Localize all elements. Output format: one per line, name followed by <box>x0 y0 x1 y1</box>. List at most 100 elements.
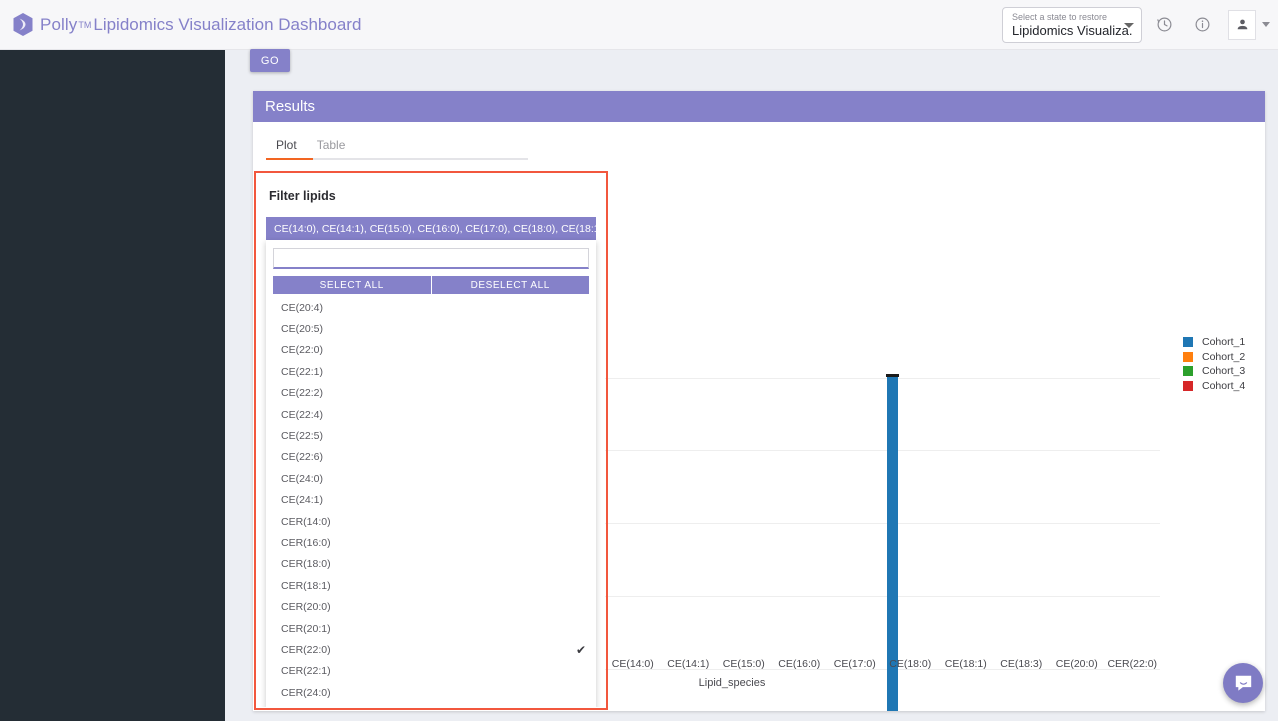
filter-option-row[interactable]: CE(22:0) <box>266 340 596 361</box>
filter-option-label: CE(22:5) <box>281 430 324 443</box>
account-chevron-down-icon[interactable] <box>1262 22 1270 27</box>
filter-option-label: CE(22:6) <box>281 451 324 464</box>
left-sidebar <box>0 50 225 721</box>
brand-trademark: TM <box>78 19 92 30</box>
history-icon[interactable] <box>1148 9 1180 41</box>
chart-axes <box>605 305 1160 711</box>
filter-option-row[interactable]: CER(22:0) ✔ <box>266 639 596 660</box>
filter-lipids-selected-value[interactable]: CE(14:0), CE(14:1), CE(15:0), CE(16:0), … <box>266 217 596 240</box>
filter-lipids-dropdown: SELECT ALL DESELECT ALL CE(20:4) CE(20:5)… <box>266 240 596 707</box>
filter-option-label: CER(14:0) <box>281 515 331 528</box>
results-tabs: Plot Table <box>253 122 1265 160</box>
chart-bar-group <box>1105 304 1161 711</box>
chart-bar-group <box>661 304 717 711</box>
filter-option-label: CER(22:1) <box>281 665 331 678</box>
tab-underline-active <box>266 158 313 160</box>
filter-option-row[interactable]: CER(24:0) <box>266 682 596 703</box>
tab-table[interactable]: Table <box>307 132 356 160</box>
filter-option-label: CE(20:5) <box>281 323 324 336</box>
chart-legend-item[interactable]: Cohort_3 <box>1183 364 1245 379</box>
filter-option-row[interactable]: CE(22:4) <box>266 404 596 425</box>
chart-x-tick-label: CER(22:0) <box>1107 658 1158 670</box>
chart-bar-group <box>716 304 772 711</box>
chart-legend-swatch <box>1183 337 1193 348</box>
state-select-label: Select a state to restore <box>1012 11 1108 22</box>
chart-legend-item[interactable]: Cohort_1 <box>1183 335 1245 350</box>
select-all-button[interactable]: SELECT ALL <box>273 276 432 294</box>
chart-x-tick-label: CE(16:0) <box>778 658 821 670</box>
filter-option-row[interactable]: CE(22:5) <box>266 425 596 446</box>
filter-option-label: CE(22:1) <box>281 365 324 378</box>
chart-legend-swatch <box>1183 351 1193 362</box>
info-icon[interactable] <box>1186 9 1218 41</box>
filter-option-label: CER(18:1) <box>281 579 331 592</box>
chart-legend-label: Cohort_1 <box>1202 336 1246 349</box>
brand-name: Polly <box>40 14 78 34</box>
filter-option-label: CER(24:0) <box>281 686 331 699</box>
filter-option-label: CER(20:1) <box>281 622 331 635</box>
filter-option-row[interactable]: CE(20:5) <box>266 318 596 339</box>
go-button[interactable]: GO <box>250 49 290 72</box>
filter-option-label: CE(22:0) <box>281 344 324 357</box>
filter-option-label: CER(18:0) <box>281 558 331 571</box>
chart-x-tick-label: CE(18:3) <box>1000 658 1043 670</box>
filter-option-label: CE(24:0) <box>281 472 324 485</box>
filter-option-row[interactable]: CE(22:2) <box>266 383 596 404</box>
polly-logo-icon <box>12 12 34 37</box>
filter-lipids-title: Filter lipids <box>269 189 336 203</box>
chart-bar-group <box>1049 304 1105 711</box>
check-icon: ✔ <box>575 642 586 657</box>
chart-legend-swatch <box>1183 366 1193 377</box>
chart-x-tick-label: CE(18:1) <box>944 658 987 670</box>
chat-bubble-icon[interactable] <box>1223 663 1263 703</box>
chart-x-tick-label: CE(14:1) <box>667 658 710 670</box>
chevron-down-icon <box>1124 22 1134 28</box>
chart-legend: Cohort_1 Cohort_2 Cohort_3 Cohort_4 <box>1183 335 1245 393</box>
chart-bar-group <box>938 304 994 711</box>
account-button[interactable] <box>1228 9 1256 40</box>
filter-option-row[interactable]: CE(24:0) <box>266 468 596 489</box>
app-header: Polly TM Lipidomics Visualization Dashbo… <box>0 0 1278 50</box>
filter-lipids-panel: Filter lipids CE(14:0), CE(14:1), CE(15:… <box>257 174 605 707</box>
filter-option-row[interactable]: CER(14:0) <box>266 511 596 532</box>
state-restore-select[interactable]: Select a state to restore Lipidomics Vis… <box>1002 6 1142 43</box>
filter-option-label: CER(22:0) <box>281 643 331 656</box>
filter-option-row[interactable]: CER(18:0) <box>266 554 596 575</box>
tab-plot[interactable]: Plot <box>266 132 307 160</box>
chart-legend-label: Cohort_2 <box>1202 350 1246 363</box>
filter-option-row[interactable]: CER(16:0) <box>266 532 596 553</box>
chart-error-bar <box>885 374 899 378</box>
filter-option-row[interactable]: CE(22:1) <box>266 361 596 382</box>
filter-option-row[interactable]: CE(20:4) <box>266 297 596 318</box>
filter-option-label: CER(16:0) <box>281 536 331 549</box>
chart-x-tick-label: CE(15:0) <box>722 658 765 670</box>
filter-option-label: CER(20:0) <box>281 601 331 614</box>
filter-option-row[interactable]: CE(24:1) <box>266 490 596 511</box>
filter-option-row[interactable]: CE(22:6) <box>266 447 596 468</box>
chart-legend-label: Cohort_4 <box>1202 379 1246 392</box>
filter-option-label: CE(22:4) <box>281 408 324 421</box>
filter-option-label: CE(22:2) <box>281 387 324 400</box>
chart-bar-group <box>827 304 883 711</box>
chart-bar-group <box>772 304 828 711</box>
brand: Polly TM Lipidomics Visualization Dashbo… <box>12 12 361 37</box>
chart-x-tick-label: CE(17:0) <box>833 658 876 670</box>
results-header: Results <box>253 91 1265 122</box>
chart-legend-item[interactable]: Cohort_4 <box>1183 379 1245 394</box>
chart-legend-item[interactable]: Cohort_2 <box>1183 350 1245 365</box>
chart-x-tick-label: CE(14:0) <box>611 658 654 670</box>
filter-option-row[interactable]: CER(22:1) <box>266 661 596 682</box>
filter-options-list[interactable]: CE(20:4) CE(20:5) CE(22:0) CE(22:1) CE(22:2)… <box>266 297 596 707</box>
header-actions: Select a state to restore Lipidomics Vis… <box>1002 6 1270 43</box>
deselect-all-button[interactable]: DESELECT ALL <box>431 276 589 294</box>
chart-x-tick-label: CE(20:0) <box>1055 658 1098 670</box>
chart-bars <box>605 304 1160 711</box>
filter-option-row[interactable]: CER(18:1) <box>266 575 596 596</box>
chart-x-axis-title: Lipid_species <box>698 677 766 689</box>
chart-bar-group <box>994 304 1050 711</box>
filter-option-row[interactable]: CER(20:0) <box>266 596 596 617</box>
filter-bulk-actions: SELECT ALL DESELECT ALL <box>273 276 589 294</box>
filter-search-input[interactable] <box>273 248 589 269</box>
filter-option-row[interactable]: CER(20:1) <box>266 618 596 639</box>
chart-legend-label: Cohort_3 <box>1202 365 1246 378</box>
